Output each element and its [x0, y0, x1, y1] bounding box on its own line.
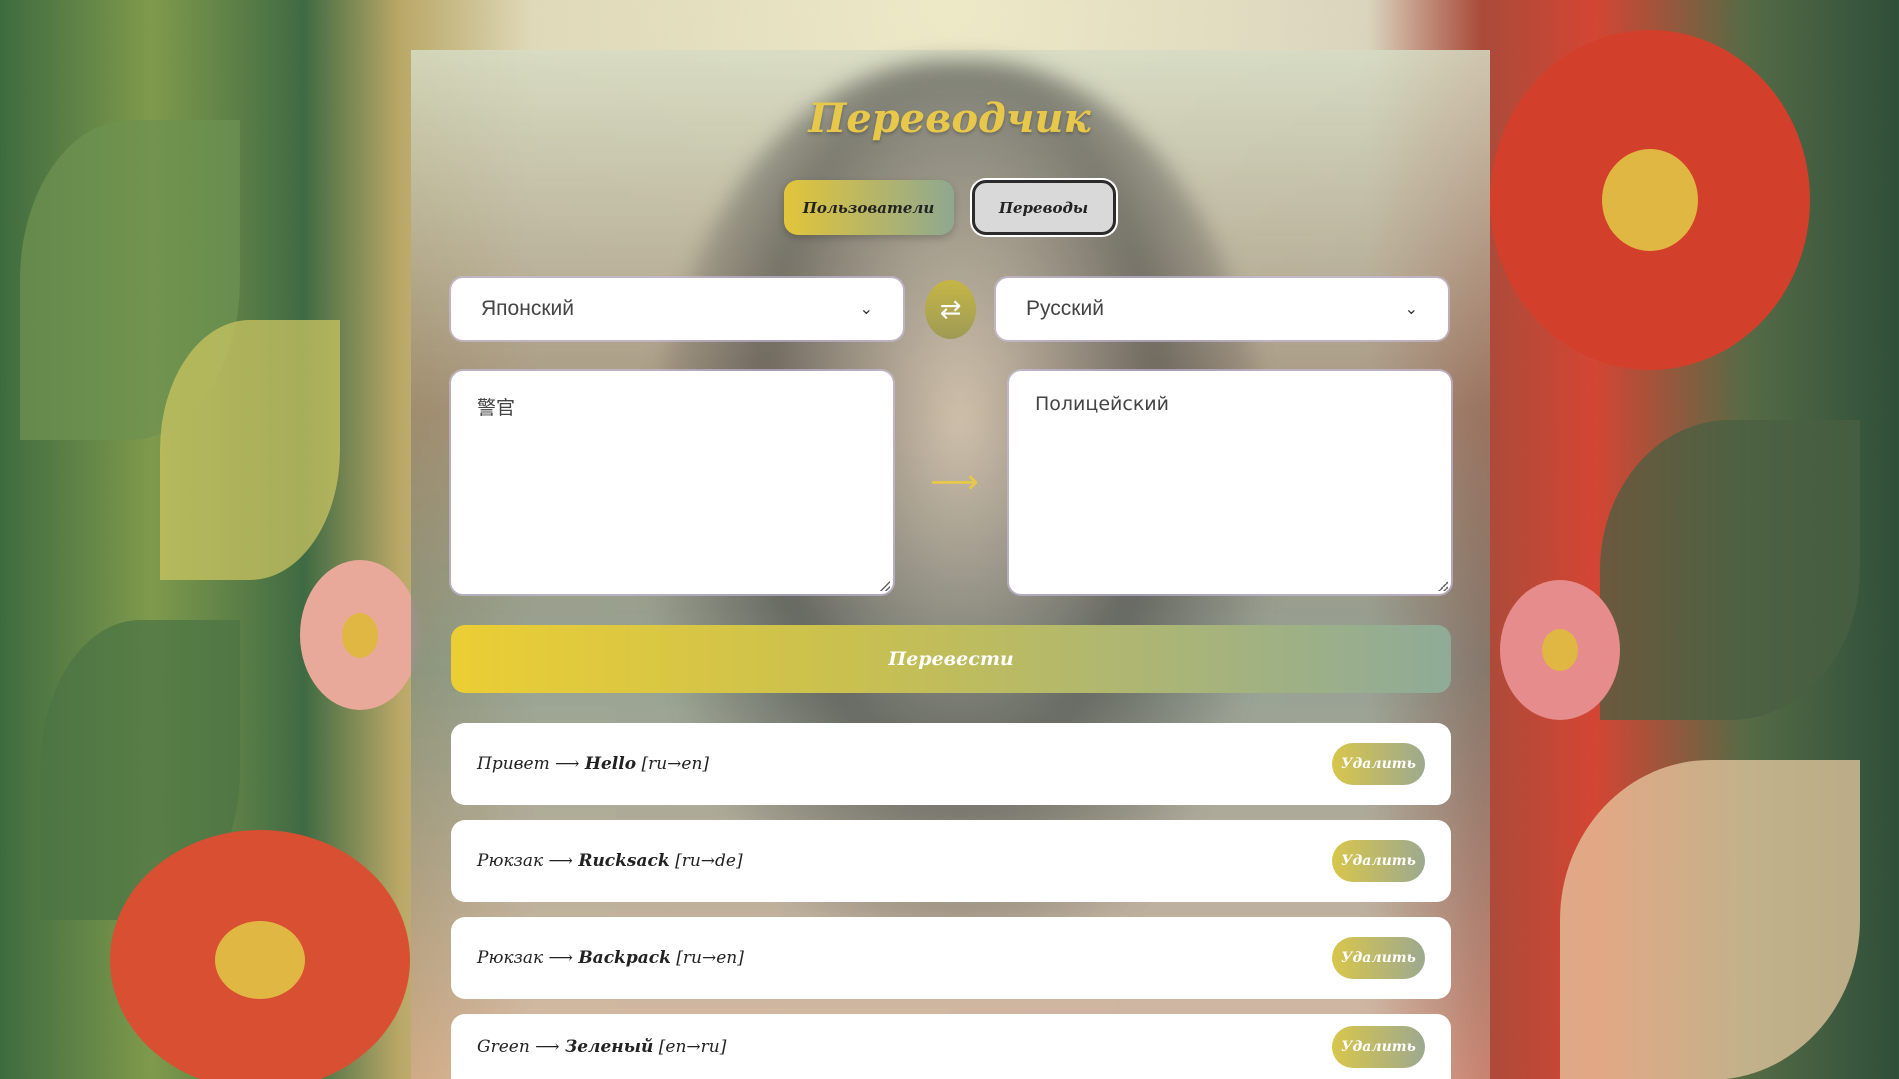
- history-item: Привет ⟶ Hello [ru→en] Удалить: [451, 723, 1451, 805]
- delete-button[interactable]: Удалить: [1332, 1025, 1425, 1068]
- chevron-down-icon: ⌄: [859, 301, 873, 318]
- source-language-select[interactable]: Японский ⌄: [451, 278, 903, 340]
- target-language-select[interactable]: Русский ⌄: [996, 278, 1448, 340]
- history-item: Green ⟶ Зеленый [en→ru] Удалить: [451, 1014, 1451, 1079]
- flower-decoration: [1500, 580, 1620, 720]
- history-target: Rucksack: [578, 851, 670, 871]
- target-text-output[interactable]: Полицейский: [1009, 371, 1451, 594]
- history-pair: [en→ru]: [658, 1036, 727, 1057]
- swap-icon: ⇄: [939, 294, 962, 325]
- arrow-right-icon: ⟶: [930, 462, 979, 502]
- leaf-decoration: [160, 320, 340, 580]
- tab-users[interactable]: Пользователи: [783, 180, 954, 235]
- translate-button[interactable]: Перевести: [451, 625, 1451, 693]
- history-item: Рюкзак ⟶ Backpack [ru→en] Удалить: [451, 917, 1451, 999]
- history-item: Рюкзак ⟶ Rucksack [ru→de] Удалить: [451, 820, 1451, 902]
- target-language-value: Русский: [1026, 297, 1104, 320]
- page-title: Переводчик: [808, 95, 1091, 142]
- history-pair: [ru→de]: [675, 851, 743, 871]
- history-source: Привет: [477, 754, 550, 774]
- history-source: Рюкзак: [477, 851, 544, 871]
- flower-decoration: [300, 560, 420, 710]
- swap-languages-button[interactable]: ⇄: [925, 280, 976, 339]
- delete-button[interactable]: Удалить: [1332, 840, 1425, 882]
- history-target: Backpack: [578, 948, 671, 968]
- resize-handle-icon[interactable]: [880, 581, 890, 591]
- history-source: Green: [477, 1036, 530, 1057]
- delete-button[interactable]: Удалить: [1332, 937, 1425, 979]
- history-source: Рюкзак: [477, 948, 544, 968]
- flower-decoration: [110, 830, 410, 1079]
- history-text: Рюкзак ⟶ Backpack [ru→en]: [477, 948, 744, 968]
- history-text: Green ⟶ Зеленый [en→ru]: [477, 1036, 727, 1057]
- history-pair: [ru→en]: [641, 754, 710, 774]
- delete-button[interactable]: Удалить: [1332, 743, 1425, 785]
- history-text: Привет ⟶ Hello [ru→en]: [477, 754, 710, 774]
- resize-handle-icon[interactable]: [1438, 581, 1448, 591]
- history-target: Hello: [584, 754, 637, 774]
- chevron-down-icon: ⌄: [1404, 301, 1418, 318]
- target-text-value: Полицейский: [1035, 393, 1169, 415]
- source-language-value: Японский: [481, 297, 574, 320]
- tab-translations[interactable]: Переводы: [971, 180, 1116, 235]
- history-text: Рюкзак ⟶ Rucksack [ru→de]: [477, 851, 743, 871]
- history-target: Зеленый: [564, 1036, 654, 1057]
- history-pair: [ru→en]: [676, 948, 744, 968]
- source-text-value: 警官: [477, 397, 516, 419]
- tab-bar: Пользователи Переводы: [0, 180, 1899, 235]
- leaf-decoration: [1600, 420, 1860, 720]
- source-text-input[interactable]: 警官: [451, 371, 893, 594]
- leaf-decoration: [1560, 760, 1860, 1079]
